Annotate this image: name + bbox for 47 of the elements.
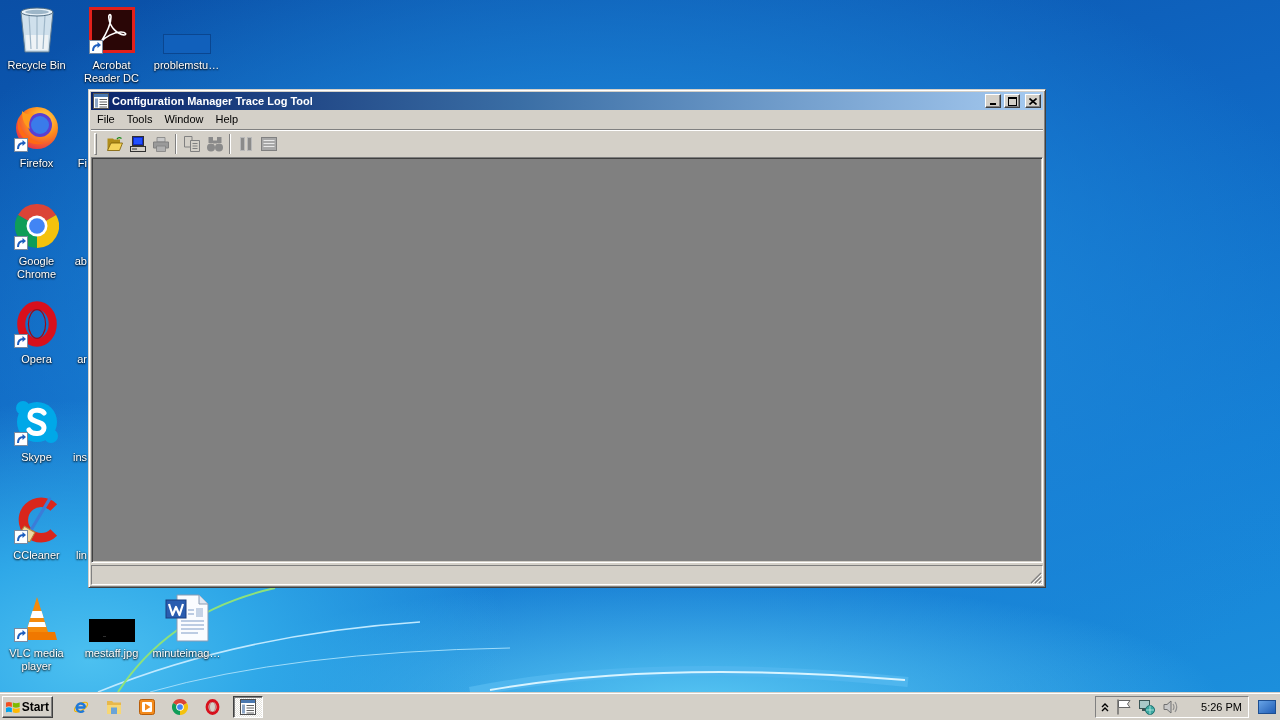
- skype-icon[interactable]: [14, 400, 59, 444]
- log-list-icon[interactable]: [93, 93, 109, 109]
- log-list-icon: [240, 699, 256, 715]
- desktop-icon-label[interactable]: Skype: [21, 451, 52, 464]
- image-thumbnail-icon[interactable]: [88, 619, 135, 642]
- chevron-up-icon[interactable]: [1101, 702, 1110, 712]
- speaker-icon[interactable]: [1163, 699, 1180, 715]
- windows-logo-icon: [6, 700, 20, 714]
- network-icon[interactable]: [1139, 699, 1156, 715]
- word-document-icon[interactable]: [164, 594, 209, 642]
- chrome-icon[interactable]: [14, 204, 59, 248]
- menu-item[interactable]: Tools: [120, 111, 159, 128]
- desktop-icon-label[interactable]: ab: [74, 255, 87, 294]
- desktop-icon-label[interactable]: Firefox: [19, 157, 54, 170]
- show-desktop-icon[interactable]: [1258, 700, 1276, 714]
- blank-thumbnail-icon[interactable]: [162, 34, 211, 54]
- chrome-icon[interactable]: [171, 699, 188, 715]
- maximize-icon: [1007, 96, 1017, 106]
- close-button[interactable]: [1025, 94, 1041, 108]
- maximize-button[interactable]: [1004, 94, 1020, 108]
- resize-grip-icon[interactable]: [1030, 572, 1042, 584]
- menu-item[interactable]: File: [91, 111, 121, 128]
- acrobat-icon[interactable]: [88, 7, 135, 53]
- internet-explorer-icon[interactable]: [72, 699, 89, 715]
- desktop-icon-label[interactable]: ar: [77, 353, 87, 392]
- start-button[interactable]: Start: [2, 696, 53, 718]
- desktop-icon-label[interactable]: Fi: [77, 157, 87, 196]
- open-folder-icon[interactable]: [106, 136, 123, 152]
- media-player-icon[interactable]: [138, 699, 155, 715]
- desktop-icon-label[interactable]: problemstu…: [153, 59, 220, 72]
- minimize-button[interactable]: [985, 94, 1001, 108]
- desktop-icon-label[interactable]: Recycle Bin: [7, 59, 66, 72]
- window-title: Configuration Manager Trace Log Tool: [112, 94, 314, 109]
- menu-item[interactable]: Window: [158, 111, 210, 128]
- close-icon: [1029, 97, 1037, 105]
- desktop-icon-label[interactable]: Google Chrome: [0, 255, 74, 281]
- task-button[interactable]: [233, 696, 263, 718]
- menu-item[interactable]: Help: [209, 111, 245, 128]
- firefox-icon[interactable]: [14, 106, 59, 150]
- flag-icon[interactable]: [1117, 699, 1132, 715]
- desktop-icon-label[interactable]: Opera: [21, 353, 52, 366]
- computer-icon[interactable]: [129, 136, 146, 152]
- desktop-icon-label[interactable]: ins: [72, 451, 87, 490]
- desktop-icon-label[interactable]: Acrobat Reader DC: [74, 59, 149, 85]
- clock-time[interactable]: 5:26 PM: [1201, 701, 1242, 713]
- opera-icon[interactable]: [15, 301, 58, 347]
- grip-handle-icon[interactable]: [94, 133, 97, 155]
